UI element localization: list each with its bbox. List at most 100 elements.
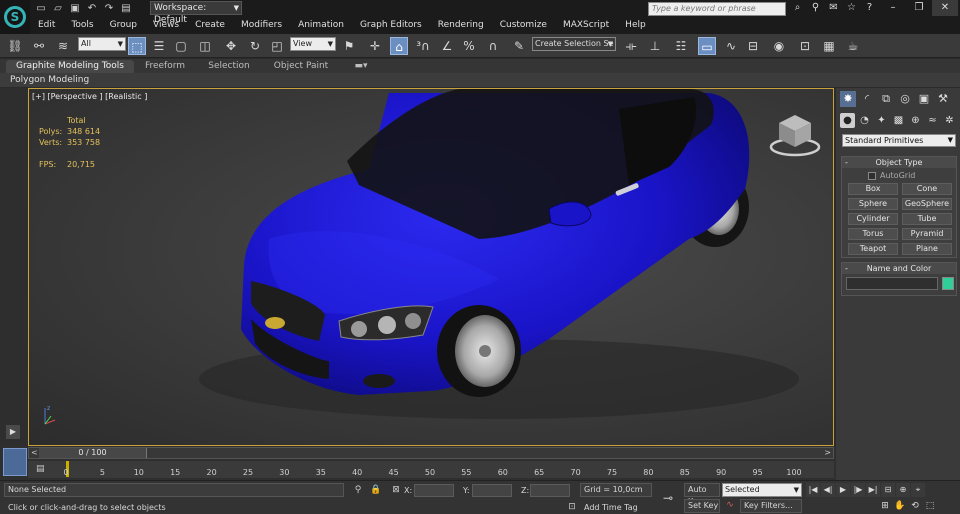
search-input[interactable]: Type a keyword or phrase: [648, 2, 786, 16]
isolate-selection-icon[interactable]: ⚲: [352, 485, 364, 495]
align-icon[interactable]: ⊥: [646, 37, 664, 55]
expand-arrow-icon[interactable]: ▶: [6, 425, 20, 439]
open-icon[interactable]: ▱: [51, 2, 65, 15]
geosphere-button[interactable]: GeoSphere: [902, 198, 952, 210]
time-config-icon[interactable]: ⊞: [878, 499, 892, 513]
named-selection-dropdown[interactable]: Create Selection Se ▼: [532, 37, 616, 51]
orbit-icon[interactable]: ⟲: [908, 499, 922, 513]
undo-icon[interactable]: ↶: [85, 2, 99, 15]
lights-icon[interactable]: ✦: [874, 113, 889, 128]
helpers-icon[interactable]: ⊕: [908, 113, 923, 128]
menu-views[interactable]: Views: [145, 17, 187, 33]
polygon-modeling-panel[interactable]: Polygon Modeling: [10, 73, 89, 87]
selection-lock-icon[interactable]: 🔒: [370, 485, 382, 495]
maximize-icon[interactable]: ❐: [906, 0, 932, 16]
menu-animation[interactable]: Animation: [290, 17, 352, 33]
motion-tab-icon[interactable]: ◎: [897, 91, 913, 107]
geometry-icon[interactable]: ●: [840, 113, 855, 128]
help-icon[interactable]: ?: [862, 1, 877, 15]
cone-button[interactable]: Cone: [902, 183, 952, 195]
percent-snap-icon[interactable]: %: [460, 37, 478, 55]
primitive-type-dropdown[interactable]: Standard Primitives ▼: [842, 134, 956, 147]
car-model[interactable]: [29, 89, 834, 446]
absolute-mode-icon[interactable]: ⊠: [390, 485, 402, 495]
modify-tab-icon[interactable]: ◜: [859, 91, 875, 107]
bind-spacewarp-icon[interactable]: ≋: [54, 37, 72, 55]
communication-icon[interactable]: ✉: [826, 1, 841, 15]
tab-freeform[interactable]: Freeform: [138, 60, 192, 73]
ribbon-options-icon[interactable]: ▬▾: [350, 60, 372, 73]
menu-tools[interactable]: Tools: [63, 17, 101, 33]
previous-frame-icon[interactable]: ◀|: [821, 483, 835, 497]
menu-modifiers[interactable]: Modifiers: [233, 17, 290, 33]
redo-icon[interactable]: ↷: [102, 2, 116, 15]
box-button[interactable]: Box: [848, 183, 898, 195]
edit-named-selection-icon[interactable]: ✎: [510, 37, 528, 55]
rendered-frame-icon[interactable]: ▦: [820, 37, 838, 55]
default-tangent-icon[interactable]: ∿: [724, 500, 736, 510]
select-object-icon[interactable]: ⬚: [128, 37, 146, 55]
save-icon[interactable]: ▣: [68, 2, 82, 15]
selection-filter-dropdown[interactable]: All ▼: [78, 37, 126, 51]
maximize-viewport-icon[interactable]: ⬚: [923, 499, 937, 513]
select-manipulate-icon[interactable]: ✛: [366, 37, 384, 55]
torus-button[interactable]: Torus: [848, 228, 898, 240]
binoculars-icon[interactable]: ⌕: [790, 1, 805, 15]
menu-edit[interactable]: Edit: [30, 17, 63, 33]
cameras-icon[interactable]: ▩: [891, 113, 906, 128]
play-icon[interactable]: ▶: [836, 483, 850, 497]
field-of-view-icon[interactable]: ⌖: [911, 483, 925, 497]
key-filters-button[interactable]: Key Filters...: [740, 499, 802, 513]
utilities-tab-icon[interactable]: ⚒: [935, 91, 951, 107]
go-to-start-icon[interactable]: |◀: [806, 483, 820, 497]
perspective-viewport[interactable]: [+] [Perspective ] [Realistic ] Total Po…: [28, 88, 834, 446]
spinner-snap-icon[interactable]: ∩: [484, 37, 502, 55]
systems-icon[interactable]: ✲: [942, 113, 957, 128]
menu-group[interactable]: Group: [102, 17, 145, 33]
close-icon[interactable]: ✕: [932, 0, 958, 16]
mini-curve-editor-toggle[interactable]: [3, 448, 27, 476]
layer-manager-icon[interactable]: ☷: [672, 37, 690, 55]
x-coordinate-field[interactable]: [414, 484, 454, 497]
reference-coordinate-dropdown[interactable]: View ▼: [290, 37, 336, 51]
mirror-icon[interactable]: ⟛: [622, 37, 640, 55]
curve-editor-icon[interactable]: ∿: [722, 37, 740, 55]
hierarchy-tab-icon[interactable]: ⧉: [878, 91, 894, 107]
create-tab-icon[interactable]: ✸: [840, 91, 856, 107]
plane-button[interactable]: Plane: [902, 243, 952, 255]
auto-key-button[interactable]: Auto Key: [684, 483, 720, 506]
tube-button[interactable]: Tube: [902, 213, 952, 225]
y-coordinate-field[interactable]: [472, 484, 512, 497]
subscription-icon[interactable]: ⚲: [808, 1, 823, 15]
time-slider[interactable]: < 0 / 100 >: [28, 447, 834, 459]
cylinder-button[interactable]: Cylinder: [848, 213, 898, 225]
render-production-icon[interactable]: ☕: [844, 37, 862, 55]
track-bar[interactable]: 0 5 10 15 20 25 30 35 40 45 50 55 60 65 70 75 80 85 90 95 10…: [28, 461, 834, 478]
sphere-button[interactable]: Sphere: [848, 198, 898, 210]
tab-graphite-modeling-tools[interactable]: Graphite Modeling Tools: [6, 60, 134, 73]
select-by-name-icon[interactable]: ☰: [150, 37, 168, 55]
time-slider-thumb[interactable]: 0 / 100: [39, 448, 147, 458]
space-warps-icon[interactable]: ≈: [925, 113, 940, 128]
menu-maxscript[interactable]: MAXScript: [555, 17, 617, 33]
autogrid-checkbox[interactable]: AutoGrid: [868, 171, 915, 180]
key-mode-dropdown[interactable]: Selected ▼: [722, 483, 802, 497]
unlink-icon[interactable]: ⚯: [30, 37, 48, 55]
render-setup-icon[interactable]: ⊡: [796, 37, 814, 55]
rotate-icon[interactable]: ↻: [246, 37, 264, 55]
keyboard-shortcut-override-icon[interactable]: ⌂: [390, 37, 408, 55]
track-bar-filter-icon[interactable]: ▤: [36, 464, 45, 474]
workspace-dropdown[interactable]: Workspace: Default ▼: [150, 1, 242, 25]
project-icon[interactable]: ▤: [119, 2, 133, 15]
material-editor-icon[interactable]: ◉: [770, 37, 788, 55]
go-to-end-icon[interactable]: ▶|: [866, 483, 880, 497]
tab-object-paint[interactable]: Object Paint: [268, 60, 334, 73]
teapot-button[interactable]: Teapot: [848, 243, 898, 255]
application-button[interactable]: S: [0, 0, 30, 34]
angle-snap-icon[interactable]: ∠: [438, 37, 456, 55]
next-frame-icon[interactable]: |▶: [851, 483, 865, 497]
menu-help[interactable]: Help: [617, 17, 654, 33]
menu-rendering[interactable]: Rendering: [430, 17, 492, 33]
snap-toggle-icon[interactable]: ³∩: [414, 37, 432, 55]
time-slider-prev-icon[interactable]: <: [31, 448, 38, 458]
